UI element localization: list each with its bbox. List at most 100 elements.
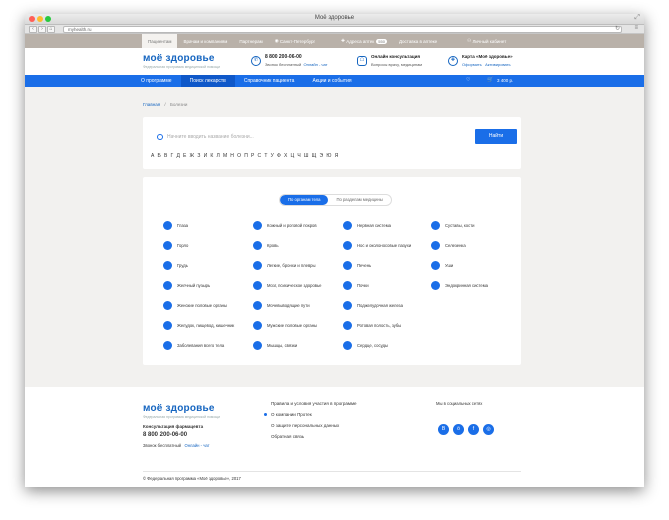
ok-icon[interactable]: ö [453, 424, 464, 435]
letter-filter[interactable]: Е [183, 153, 186, 159]
footer-link-rules[interactable]: Правила и условия участия в программе [271, 401, 357, 406]
letter-filter[interactable]: Ф [277, 153, 281, 159]
nav-item-promotions[interactable]: Акции и события [303, 75, 360, 87]
header-chat-link[interactable]: Онлайн - чат [304, 62, 328, 67]
favorites-heart-icon[interactable]: ♡ [466, 77, 470, 83]
organ-item[interactable]: Заболевания всего тела [163, 341, 224, 350]
letter-filter[interactable]: Я [335, 153, 339, 159]
instagram-icon[interactable]: ◎ [483, 424, 494, 435]
letter-filter[interactable]: В [164, 153, 167, 159]
topbar-item-pharmacies[interactable]: ✚ Адреса аптек 550 [335, 34, 393, 48]
consult-title[interactable]: Онлайн консультация [371, 54, 420, 59]
cart-icon[interactable]: 🛒 [487, 77, 493, 83]
topbar-item-city[interactable]: ◉ Санкт-Петербург [269, 34, 321, 48]
organ-item[interactable]: Эндокринная система [431, 281, 488, 290]
letter-filter[interactable]: Х [284, 153, 287, 159]
letter-filter[interactable]: А [151, 153, 154, 159]
vk-icon[interactable]: B [438, 424, 449, 435]
nav-item-patient-guide[interactable]: Справочник пациента [235, 75, 304, 87]
letter-filter[interactable]: Щ [312, 153, 317, 159]
organ-item[interactable]: Желчный пузырь [163, 281, 210, 290]
organ-item[interactable]: Поджелудочная железа [343, 301, 403, 310]
topbar-item-partners[interactable]: Партнерам [233, 34, 268, 48]
back-button[interactable]: ‹ [29, 26, 37, 33]
tab-by-sections[interactable]: По разделам медицины [328, 195, 390, 205]
letter-filter[interactable]: М [223, 153, 227, 159]
organ-item[interactable]: Горло [163, 241, 188, 250]
organ-item[interactable]: Мужские половые органы [253, 321, 317, 330]
organ-item[interactable]: Нос и околоносовые пазухи [343, 241, 411, 250]
letter-filter[interactable]: Г [171, 153, 174, 159]
letter-filter[interactable]: У [271, 153, 274, 159]
letter-filter[interactable]: Д [176, 153, 179, 159]
footer-logo[interactable]: моё здоровье [143, 403, 215, 414]
letter-filter[interactable]: О [237, 153, 241, 159]
site-logo[interactable]: моё здоровье [143, 53, 215, 64]
organ-item[interactable]: Суставы, кости [431, 221, 474, 230]
card-activate-link[interactable]: Активировать [485, 62, 510, 67]
letter-filter[interactable]: Э [320, 153, 324, 159]
cart-total[interactable]: 3 400 р. [497, 78, 513, 83]
letter-filter[interactable]: Ю [326, 153, 331, 159]
organ-label: Печень [357, 263, 372, 268]
card-issue-link[interactable]: Оформить [462, 62, 482, 67]
letter-filter[interactable]: Л [216, 153, 219, 159]
organ-item[interactable]: Почки [343, 281, 369, 290]
reload-icon[interactable]: ↻ [615, 25, 620, 32]
organ-item[interactable]: Печень [343, 261, 371, 270]
facebook-icon[interactable]: f [468, 424, 479, 435]
forward-button[interactable]: › [38, 26, 46, 33]
organ-item[interactable]: Желудок, пищевод, кишечник [163, 321, 234, 330]
address-bar[interactable]: myhealth.ru [63, 26, 622, 33]
footer-link-privacy[interactable]: О защите персональных данных [271, 423, 339, 428]
organ-label: Сердце, сосуды [357, 343, 389, 348]
tab-by-organs[interactable]: По органам тела [280, 195, 329, 205]
letter-filter[interactable]: Н [230, 153, 234, 159]
nav-item-drug-search[interactable]: Поиск лекарств [180, 75, 235, 87]
organ-item[interactable]: Уши [431, 261, 453, 270]
topbar-item-account[interactable]: ⚇ Личный кабинет [461, 34, 512, 48]
letter-filter[interactable]: Т [264, 153, 267, 159]
organ-item[interactable]: Мозг, психическое здоровье [253, 281, 322, 290]
letter-filter[interactable]: Б [158, 153, 161, 159]
footer-phone[interactable]: 8 800 200-06-00 [143, 432, 187, 438]
organ-item[interactable]: Глаза [163, 221, 188, 230]
organ-item[interactable]: Сердце, сосуды [343, 341, 388, 350]
organ-item[interactable]: Мышцы, связки [253, 341, 297, 350]
organ-item[interactable]: Женские половые органы [163, 301, 227, 310]
footer-link-feedback[interactable]: Обратная связь [271, 434, 304, 439]
organ-item[interactable]: Кожный и роговой покров [253, 221, 317, 230]
organ-item[interactable]: Грудь [163, 261, 188, 270]
footer-logo-subtitle: Федеральная программа медицинской помощи [143, 415, 221, 419]
footer-link-protek[interactable]: О компании Протек [271, 412, 312, 417]
letter-filter[interactable]: Ч [297, 153, 300, 159]
organ-item[interactable]: Легкие, бронхи и плевры [253, 261, 316, 270]
organ-item[interactable]: Ротовая полость, зубы [343, 321, 401, 330]
letter-filter[interactable]: К [210, 153, 213, 159]
topbar-item-doctors[interactable]: Врачам и компаниям [177, 34, 233, 48]
letter-filter[interactable]: Р [251, 153, 254, 159]
letter-filter[interactable]: Ж [190, 153, 195, 159]
organ-item[interactable]: Мочевыводящие пути [253, 301, 310, 310]
organ-label: Мочевыводящие пути [267, 303, 310, 308]
organ-item[interactable]: Селезенка [431, 241, 466, 250]
organ-item[interactable]: Нервная система [343, 221, 391, 230]
header-phone[interactable]: 8 800 200-06-00 [265, 54, 302, 60]
topbar-item-patients[interactable]: Пациентам [142, 34, 178, 48]
footer-chat-link[interactable]: Онлайн - чат [184, 443, 209, 448]
organ-item[interactable]: Кровь [253, 241, 279, 250]
search-button[interactable]: Найти [475, 129, 517, 144]
home-button[interactable]: ⌂ [47, 26, 55, 33]
nav-item-about[interactable]: О программе [141, 75, 181, 87]
menu-icon[interactable]: ≡ [634, 25, 638, 31]
topbar-item-delivery[interactable]: Доставка в аптеке [393, 34, 443, 48]
letter-filter[interactable]: З [197, 153, 200, 159]
letter-filter[interactable]: П [244, 153, 248, 159]
disease-search-input[interactable]: Начните вводить название болезни... [155, 130, 471, 144]
fullscreen-icon[interactable]: ⤢ [634, 14, 640, 22]
letter-filter[interactable]: Ш [304, 153, 309, 159]
letter-filter[interactable]: С [258, 153, 262, 159]
letter-filter[interactable]: И [204, 153, 208, 159]
letter-filter[interactable]: Ц [290, 153, 294, 159]
breadcrumb-home[interactable]: Главная [143, 102, 160, 107]
